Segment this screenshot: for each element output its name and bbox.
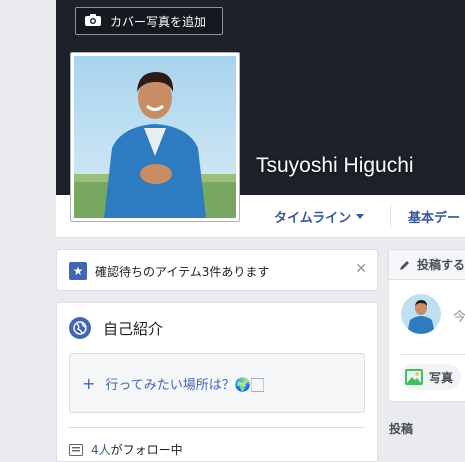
profile-photo	[74, 56, 236, 218]
follow-icon	[69, 443, 83, 456]
pending-items-notice[interactable]: ★ 確認待ちのアイテム3件あります ✕	[56, 249, 378, 291]
post-composer[interactable]: 投稿する 今 写真	[388, 249, 465, 402]
pencil-icon	[399, 259, 411, 271]
profile-name[interactable]: Tsuyoshi Higuchi	[256, 154, 414, 178]
composer-header[interactable]: 投稿する	[389, 250, 465, 280]
nav-divider	[390, 205, 391, 227]
pending-items-text: 確認待ちのアイテム3件あります	[95, 265, 270, 279]
camera-icon	[84, 13, 104, 29]
photo-icon	[405, 369, 423, 385]
tab-basic-data-label: 基本デー	[408, 210, 461, 226]
composer-input[interactable]: 今	[453, 306, 465, 325]
intro-title: 自己紹介	[103, 320, 164, 338]
composer-divider	[401, 354, 465, 355]
tab-basic-data[interactable]: 基本デー	[408, 195, 460, 237]
tab-timeline[interactable]: タイムライン	[274, 195, 365, 237]
tab-timeline-label: タイムライン	[274, 210, 352, 226]
photo-button[interactable]: 写真	[401, 364, 462, 390]
chevron-down-icon	[356, 213, 365, 219]
follower-suffix: がフォロー中	[110, 443, 183, 457]
intro-card: 自己紹介 + 行ってみたい場所は？🌍🏻 4人 がフォロー中	[56, 302, 378, 462]
add-cover-photo-button[interactable]: カバー写真を追加	[75, 7, 223, 35]
profile-picture[interactable]	[70, 52, 240, 222]
follower-count[interactable]: 4人	[91, 441, 111, 458]
intro-divider	[69, 427, 365, 428]
add-place-label: 行ってみたい場所は？🌍🏻	[105, 377, 264, 393]
add-cover-photo-label: カバー写真を追加	[110, 14, 207, 29]
add-place-prompt[interactable]: + 行ってみたい場所は？🌍🏻	[69, 353, 365, 413]
close-icon[interactable]: ✕	[355, 261, 367, 277]
plus-icon: +	[82, 373, 96, 393]
followers-row[interactable]: 4人 がフォロー中	[69, 441, 183, 458]
globe-icon	[69, 317, 91, 339]
posts-section-title: 投稿	[389, 422, 414, 436]
photo-button-label: 写真	[429, 370, 454, 385]
avatar	[401, 294, 441, 334]
composer-title: 投稿する	[417, 258, 465, 272]
star-icon: ★	[69, 262, 87, 280]
